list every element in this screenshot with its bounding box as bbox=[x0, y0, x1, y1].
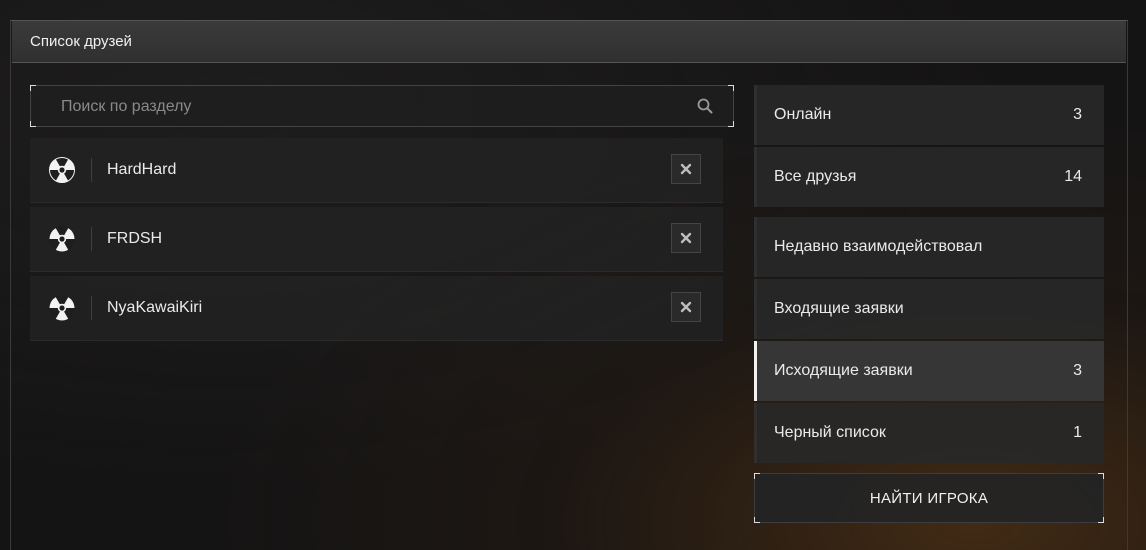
category-recent[interactable]: Недавно взаимодействовал bbox=[754, 217, 1104, 277]
friend-name: FRDSH bbox=[107, 230, 163, 247]
radiation-icon bbox=[49, 225, 75, 252]
friend-row[interactable]: FRDSH bbox=[30, 207, 723, 272]
radiation-icon bbox=[49, 294, 75, 321]
category-label: Недавно взаимодействовал bbox=[774, 238, 983, 255]
window-title: Список друзей bbox=[30, 33, 132, 50]
button-corner bbox=[754, 473, 760, 479]
category-count: 3 bbox=[1073, 362, 1082, 379]
friend-name: NyaKawaiKiri bbox=[107, 299, 203, 316]
button-corner bbox=[1098, 517, 1104, 523]
remove-friend-button[interactable] bbox=[671, 154, 701, 184]
category-count: 1 bbox=[1073, 424, 1082, 441]
category-blacklist[interactable]: Черный список 1 bbox=[754, 403, 1104, 463]
category-count: 14 bbox=[1064, 168, 1082, 185]
close-icon bbox=[680, 163, 692, 175]
friends-list: HardHard FRDSH NyaKawaiKiri bbox=[30, 138, 723, 345]
remove-friend-button[interactable] bbox=[671, 292, 701, 322]
category-label: Исходящие заявки bbox=[774, 362, 913, 379]
find-player-button[interactable]: НАЙТИ ИГРОКА bbox=[754, 473, 1104, 523]
row-separator bbox=[91, 227, 92, 251]
button-corner bbox=[1098, 473, 1104, 479]
friend-name: HardHard bbox=[107, 161, 177, 178]
window-titlebar: Список друзей bbox=[12, 21, 1126, 63]
find-player-label: НАЙТИ ИГРОКА bbox=[869, 489, 989, 507]
search-corner bbox=[728, 85, 734, 91]
search-corner bbox=[30, 121, 36, 127]
category-online[interactable]: Онлайн 3 bbox=[754, 85, 1104, 145]
category-menu: Онлайн 3 Все друзья 14 Недавно взаимодей… bbox=[754, 85, 1104, 465]
category-all-friends[interactable]: Все друзья 14 bbox=[754, 147, 1104, 207]
search-corner bbox=[30, 85, 36, 91]
search-box[interactable] bbox=[30, 85, 734, 127]
row-separator bbox=[91, 296, 92, 320]
category-label: Все друзья bbox=[774, 168, 857, 185]
category-label: Входящие заявки bbox=[774, 300, 904, 317]
close-icon bbox=[680, 232, 692, 244]
friend-row[interactable]: NyaKawaiKiri bbox=[30, 276, 723, 341]
category-label: Черный список bbox=[774, 424, 886, 441]
category-incoming-requests[interactable]: Входящие заявки bbox=[754, 279, 1104, 339]
remove-friend-button[interactable] bbox=[671, 223, 701, 253]
radiation-icon bbox=[49, 156, 75, 183]
category-count: 3 bbox=[1073, 106, 1082, 123]
search-input[interactable] bbox=[59, 95, 663, 119]
row-separator bbox=[91, 158, 92, 182]
category-label: Онлайн bbox=[774, 106, 832, 123]
button-corner bbox=[754, 517, 760, 523]
search-corner bbox=[728, 121, 734, 127]
close-icon bbox=[680, 301, 692, 313]
search-icon[interactable] bbox=[697, 98, 713, 114]
category-outgoing-requests[interactable]: Исходящие заявки 3 bbox=[754, 341, 1104, 401]
friend-row[interactable]: HardHard bbox=[30, 138, 723, 203]
